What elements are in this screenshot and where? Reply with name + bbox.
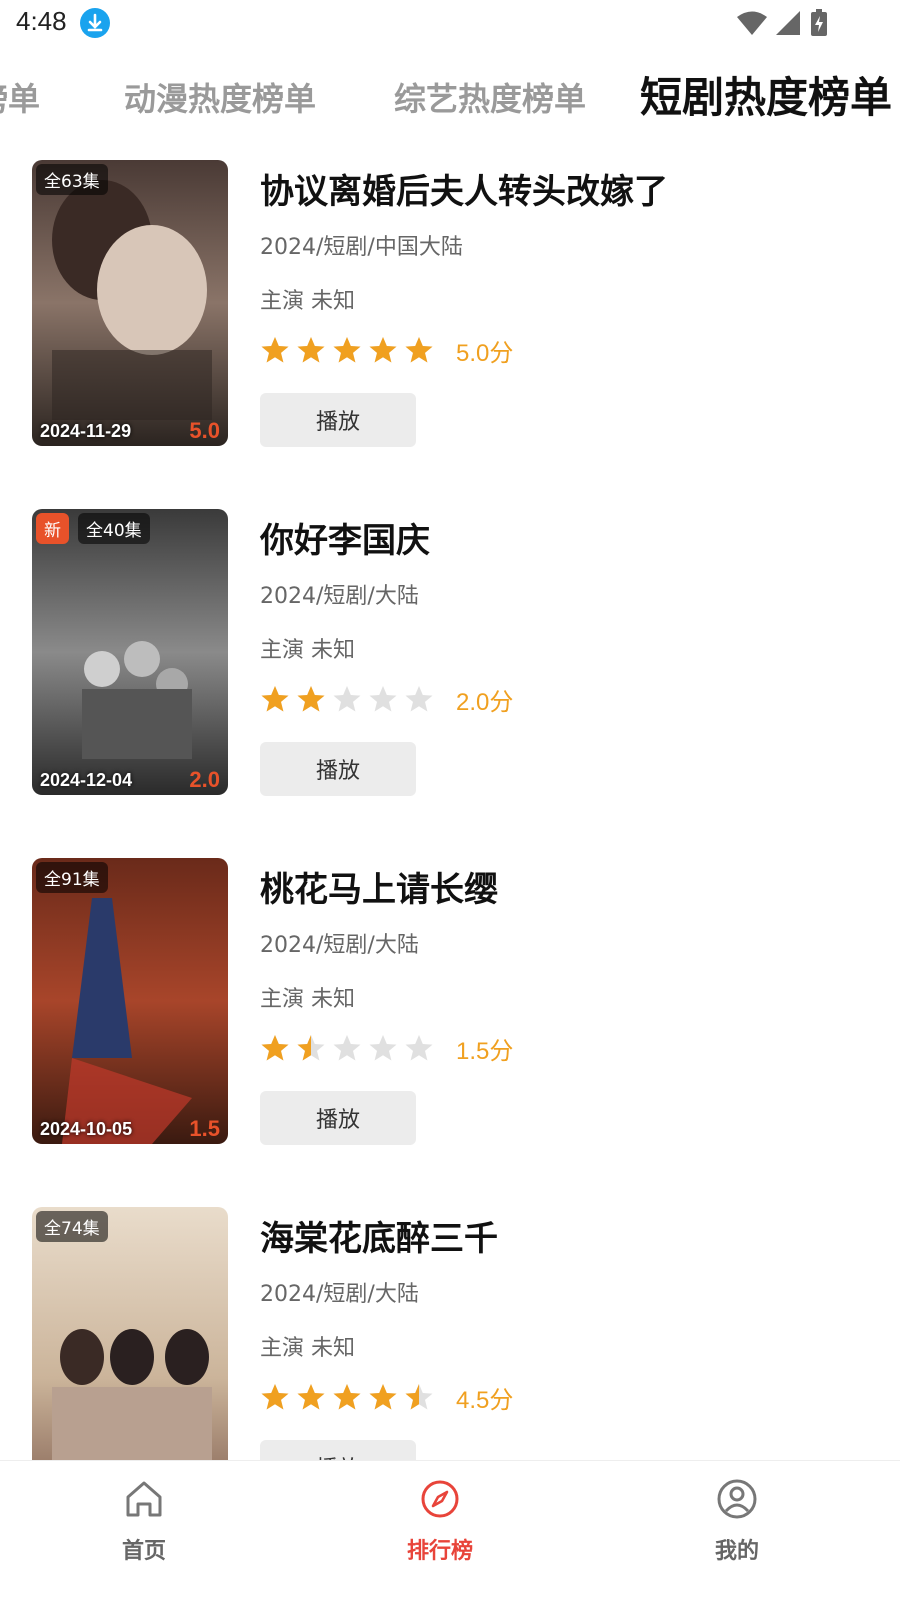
home-icon — [126, 1481, 162, 1517]
star-icon — [369, 686, 397, 712]
bottom-nav: 首页 排行榜 我的 — [0, 1460, 900, 1600]
episode-count-badge: 全91集 — [36, 862, 108, 893]
drama-list: 全63集 2024-11-29 5.0 协议离婚后夫人转头改嫁了 2024/短剧… — [0, 160, 900, 1460]
poster-image — [32, 509, 228, 795]
status-bar: 4:48 — [0, 0, 900, 48]
score-text: 2.0分 — [456, 688, 514, 716]
nav-mine-label: 我的 — [714, 1539, 759, 1564]
star-rating — [260, 335, 434, 365]
rating-row: 2.0分 — [260, 682, 880, 716]
nav-home-label: 首页 — [121, 1539, 166, 1564]
star-icon — [369, 337, 397, 363]
drama-cast: 主演 未知 — [260, 1336, 355, 1361]
star-icon — [261, 686, 289, 712]
star-icon — [369, 1384, 397, 1410]
star-icon — [297, 337, 325, 363]
star-rating — [260, 1382, 434, 1412]
poster[interactable]: 全63集 2024-11-29 5.0 — [32, 160, 228, 446]
poster-score: 1.5 — [189, 1116, 220, 1141]
wifi-icon — [737, 11, 767, 35]
star-icon — [261, 1384, 289, 1410]
list-item[interactable]: 全63集 2024-11-29 5.0 协议离婚后夫人转头改嫁了 2024/短剧… — [0, 160, 900, 460]
star-rating — [260, 684, 434, 714]
play-button[interactable]: 播放 — [260, 1440, 416, 1460]
star-icon — [333, 686, 361, 712]
drama-cast: 主演 未知 — [260, 987, 355, 1012]
list-item[interactable]: 全91集 2024-10-05 1.5 桃花马上请长缨 2024/短剧/大陆 主… — [0, 858, 900, 1158]
rating-row: 4.5分 — [260, 1380, 880, 1414]
score-text: 5.0分 — [456, 339, 514, 367]
play-button[interactable]: 播放 — [260, 393, 416, 447]
poster[interactable]: 全74集 — [32, 1207, 228, 1460]
nav-ranking[interactable]: 排行榜 — [380, 1477, 500, 1565]
poster-score: 2.0 — [189, 767, 220, 792]
list-item[interactable]: 新 全40集 2024-12-04 2.0 你好李国庆 2024/短剧/大陆 主… — [0, 509, 900, 809]
star-icon — [261, 1035, 289, 1061]
star-icon — [405, 686, 433, 712]
nav-mine[interactable]: 我的 — [677, 1477, 797, 1565]
star-icon — [369, 1035, 397, 1061]
star-icon — [297, 686, 325, 712]
poster[interactable]: 新 全40集 2024-12-04 2.0 — [32, 509, 228, 795]
poster-date: 2024-12-04 — [40, 770, 133, 790]
play-button[interactable]: 播放 — [260, 742, 416, 796]
star-icon — [261, 337, 289, 363]
tab-anime-ranking[interactable]: 动漫热度榜单 — [124, 74, 316, 120]
poster-date: 2024-10-05 — [40, 1119, 133, 1139]
star-icon — [333, 1384, 361, 1410]
poster-image — [32, 1207, 228, 1460]
poster[interactable]: 全91集 2024-10-05 1.5 — [32, 858, 228, 1144]
signal-icon — [776, 11, 800, 35]
score-text: 1.5分 — [456, 1037, 514, 1065]
battery-icon — [811, 9, 827, 36]
rating-row: 1.5分 — [260, 1031, 880, 1065]
status-time: 4:48 — [16, 6, 67, 36]
profile-icon — [717, 1479, 757, 1519]
score-text: 4.5分 — [456, 1386, 514, 1414]
star-icon — [405, 1384, 433, 1410]
play-button[interactable]: 播放 — [260, 1091, 416, 1145]
tab-short-drama-ranking[interactable]: 短剧热度榜单 — [640, 64, 892, 125]
poster-image — [32, 160, 228, 446]
episode-count-badge: 全63集 — [36, 164, 108, 195]
list-item[interactable]: 全74集 海棠花底醉三千 2024/短剧/大陆 主演 未知 4.5分 播放 — [0, 1207, 900, 1460]
rating-row: 5.0分 — [260, 333, 880, 367]
drama-title[interactable]: 你好李国庆 — [260, 513, 880, 562]
drama-title[interactable]: 桃花马上请长缨 — [260, 862, 880, 911]
drama-cast: 主演 未知 — [260, 638, 355, 663]
star-icon — [333, 337, 361, 363]
nav-home[interactable]: 首页 — [84, 1477, 204, 1565]
drama-cast: 主演 未知 — [260, 289, 355, 314]
drama-meta: 2024/短剧/大陆 — [260, 1282, 419, 1307]
episode-count-badge: 全74集 — [36, 1211, 108, 1242]
star-rating — [260, 1033, 434, 1063]
star-icon — [297, 1035, 325, 1061]
tab-ranking-partial[interactable]: 榜单 — [0, 74, 40, 120]
poster-date: 2024-11-29 — [40, 421, 132, 441]
star-icon — [405, 337, 433, 363]
drama-meta: 2024/短剧/中国大陆 — [260, 235, 463, 260]
nav-ranking-label: 排行榜 — [406, 1539, 473, 1564]
star-icon — [297, 1384, 325, 1410]
drama-title[interactable]: 协议离婚后夫人转头改嫁了 — [260, 164, 880, 213]
new-badge: 新 — [36, 513, 69, 544]
download-icon — [80, 8, 110, 38]
star-icon — [333, 1035, 361, 1061]
category-tabs: 榜单 动漫热度榜单 综艺热度榜单 短剧热度榜单 — [0, 60, 900, 140]
episode-count-badge: 全40集 — [78, 513, 150, 544]
poster-score: 5.0 — [189, 418, 220, 443]
drama-meta: 2024/短剧/大陆 — [260, 584, 419, 609]
star-icon — [405, 1035, 433, 1061]
poster-image — [32, 858, 228, 1144]
drama-meta: 2024/短剧/大陆 — [260, 933, 419, 958]
tab-variety-ranking[interactable]: 综艺热度榜单 — [394, 74, 586, 120]
compass-icon — [421, 1480, 459, 1518]
drama-title[interactable]: 海棠花底醉三千 — [260, 1211, 880, 1260]
